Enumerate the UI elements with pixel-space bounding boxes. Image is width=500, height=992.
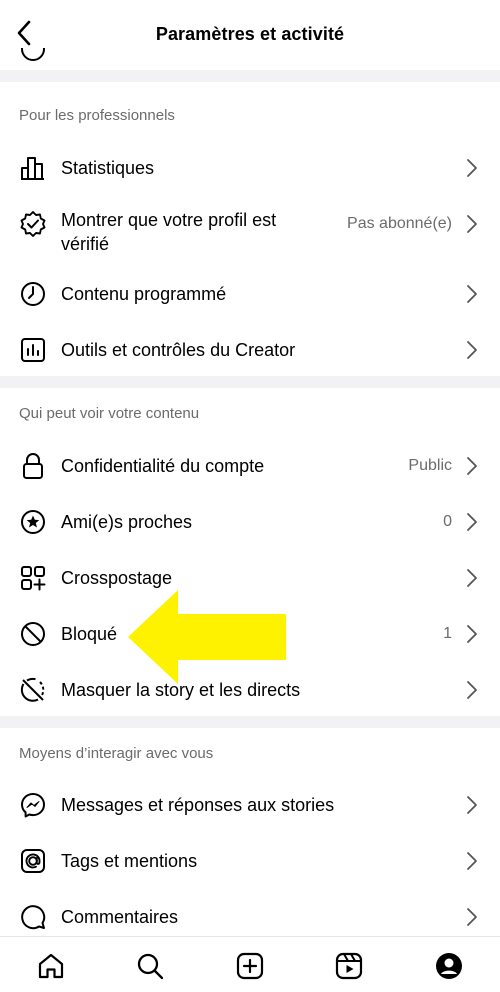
nav-profile-button[interactable]	[434, 951, 464, 981]
nav-create-button[interactable]	[235, 951, 265, 981]
row-statistics[interactable]: Statistiques	[0, 142, 500, 194]
section-divider	[0, 70, 500, 82]
chevron-right-icon	[467, 285, 477, 303]
row-label: Contenu programmé	[61, 284, 227, 304]
row-label: Ami(e)s proches	[61, 512, 193, 532]
create-icon	[236, 952, 264, 980]
row-label: Tags et mentions	[61, 851, 198, 871]
highlight-arrow-icon	[128, 590, 286, 684]
crosspost-icon	[19, 564, 47, 592]
row-label: Commentaires	[61, 907, 179, 927]
profile-icon	[436, 953, 462, 979]
clock-icon	[19, 280, 47, 308]
search-icon	[137, 953, 164, 980]
lock-icon	[19, 452, 47, 480]
nav-reels-button[interactable]	[334, 951, 364, 981]
chevron-right-icon	[467, 457, 477, 475]
row-label: Bloqué	[61, 624, 118, 644]
verified-badge-icon	[19, 210, 47, 238]
row-value: 1	[443, 625, 452, 642]
row-scheduled-content[interactable]: Contenu programmé	[0, 268, 500, 320]
section-title-pro: Pour les professionnels	[19, 107, 175, 124]
row-label: Messages et réponses aux stories	[61, 795, 335, 815]
chevron-right-icon	[467, 215, 477, 233]
row-label: Crosspostage	[61, 568, 173, 588]
hide-story-icon	[19, 676, 47, 704]
bottom-nav-bar	[0, 936, 500, 992]
blocked-icon	[19, 620, 47, 648]
chevron-right-icon	[467, 852, 477, 870]
chevron-right-icon	[467, 796, 477, 814]
section-divider	[0, 716, 500, 728]
nav-home-button[interactable]	[36, 951, 66, 981]
star-circle-icon	[19, 508, 47, 536]
section-divider	[0, 376, 500, 388]
chevron-right-icon	[467, 681, 477, 699]
comment-icon	[19, 903, 47, 931]
page-title: Paramètres et activité	[155, 24, 345, 44]
chevron-right-icon	[467, 625, 477, 643]
row-account-privacy[interactable]: Confidentialité du compte Public	[0, 440, 500, 492]
chevron-right-icon	[467, 569, 477, 587]
row-value: 0	[443, 513, 452, 530]
row-value: Pas abonné(e)	[347, 215, 452, 232]
partial-list-item[interactable]	[0, 48, 500, 70]
row-value: Public	[408, 457, 452, 474]
chevron-right-icon	[467, 513, 477, 531]
creator-tools-icon	[19, 336, 47, 364]
messenger-icon	[19, 791, 47, 819]
row-messages[interactable]: Messages et réponses aux stories	[0, 779, 500, 831]
home-icon	[38, 953, 64, 979]
row-verified-profile[interactable]: Montrer que votre profil est vérifié Pas…	[0, 198, 500, 258]
row-label: Outils et contrôles du Creator	[61, 340, 296, 360]
chevron-right-icon	[467, 341, 477, 359]
bar-chart-icon	[19, 154, 47, 182]
row-label: Statistiques	[61, 158, 155, 178]
chevron-right-icon	[467, 908, 477, 926]
row-label: Montrer que votre profil est vérifié	[61, 210, 277, 254]
partial-item-icon	[21, 48, 45, 61]
chevron-right-icon	[467, 159, 477, 177]
reels-icon	[335, 952, 363, 980]
row-tags-mentions[interactable]: Tags et mentions	[0, 835, 500, 887]
nav-search-button[interactable]	[135, 951, 165, 981]
at-sign-icon	[19, 847, 47, 875]
section-title-interactions: Moyens d’interagir avec vous	[19, 745, 214, 762]
row-creator-tools[interactable]: Outils et contrôles du Creator	[0, 324, 500, 376]
row-close-friends[interactable]: Ami(e)s proches 0	[0, 496, 500, 548]
row-label: Confidentialité du compte	[61, 456, 265, 476]
section-title-visibility: Qui peut voir votre contenu	[19, 405, 200, 422]
